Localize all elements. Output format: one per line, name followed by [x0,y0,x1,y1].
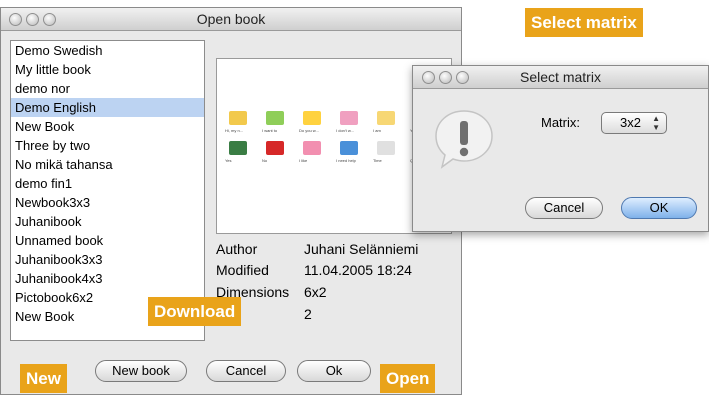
cancel-button[interactable]: Cancel [206,360,286,382]
preview-cell-image [303,141,321,155]
preview-cell-image [266,111,284,125]
select-matrix-title: Select matrix [520,69,601,85]
ok-button[interactable]: Ok [297,360,371,382]
book-list-item[interactable]: No mikä tahansa [11,155,204,174]
preview-cell-image [229,111,247,125]
preview-cell-label: Yes [225,158,232,163]
matrix-cancel-button[interactable]: Cancel [525,197,603,219]
preview-cell-image [303,111,321,125]
book-list-item[interactable]: Juhanibook [11,212,204,231]
book-list-item[interactable]: Three by two [11,136,204,155]
dimensions-value: 6x2 [304,284,327,300]
book-list-item[interactable]: Juhanibook3x3 [11,250,204,269]
modified-value: 11.04.2005 18:24 [304,262,412,278]
author-value: Juhani Selänniemi [304,241,419,257]
stepper-arrows-icon: ▲ ▼ [652,114,660,132]
matrix-select[interactable]: 3x2 ▲ ▼ [601,112,667,134]
author-label: Author [216,241,258,257]
book-list-item[interactable]: Juhanibook4x3 [11,269,204,288]
book-list-item[interactable]: Unnamed book [11,231,204,250]
preview-cell-label: Do you w... [299,128,319,133]
matrix-ok-button[interactable]: OK [621,197,697,219]
book-list-item[interactable]: New Book [11,117,204,136]
modified-label: Modified [216,262,269,278]
book-list-item[interactable]: demo fin1 [11,174,204,193]
matrix-label: Matrix: [541,115,580,130]
callout-new: New [20,364,67,393]
matrix-select-value: 3x2 [620,115,641,130]
preview-cell-image [340,111,358,125]
preview-cell-image [377,141,395,155]
callout-select-matrix: Select matrix [525,8,643,37]
preview-cell-label: No [262,158,268,163]
preview-cell-label: I want to [262,128,278,133]
preview-cell-image [266,141,284,155]
book-list-item[interactable]: My little book [11,60,204,79]
preview-cell-label: I need help [336,158,356,163]
callout-open: Open [380,364,436,393]
preview-cell-label: Time [373,158,382,163]
preview-cell-image [377,111,395,125]
book-list[interactable]: Demo Swedish My little book demo nor Demo E… [10,40,205,341]
pages-value: 2 [304,306,312,322]
new-book-button[interactable]: New book [95,360,187,382]
preview-cell-image [340,141,358,155]
preview-cell-label: I like [299,158,308,163]
preview-cell-label: I don't w... [336,128,354,133]
book-list-item[interactable]: Demo Swedish [11,41,204,60]
open-book-title: Open book [196,11,266,27]
book-list-item[interactable]: Newbook3x3 [11,193,204,212]
open-book-titlebar: Open book [1,8,461,31]
select-matrix-titlebar: Select matrix [413,66,708,89]
preview-cell-label: I am [373,128,381,133]
exclamation-speech-bubble-icon [435,110,493,169]
book-list-item[interactable]: Demo English [11,98,204,117]
preview-cell-label: Hi, my n... [225,128,244,133]
book-list-item[interactable]: demo nor [11,79,204,98]
preview-cell-image [229,141,247,155]
callout-download: Download [148,297,242,326]
